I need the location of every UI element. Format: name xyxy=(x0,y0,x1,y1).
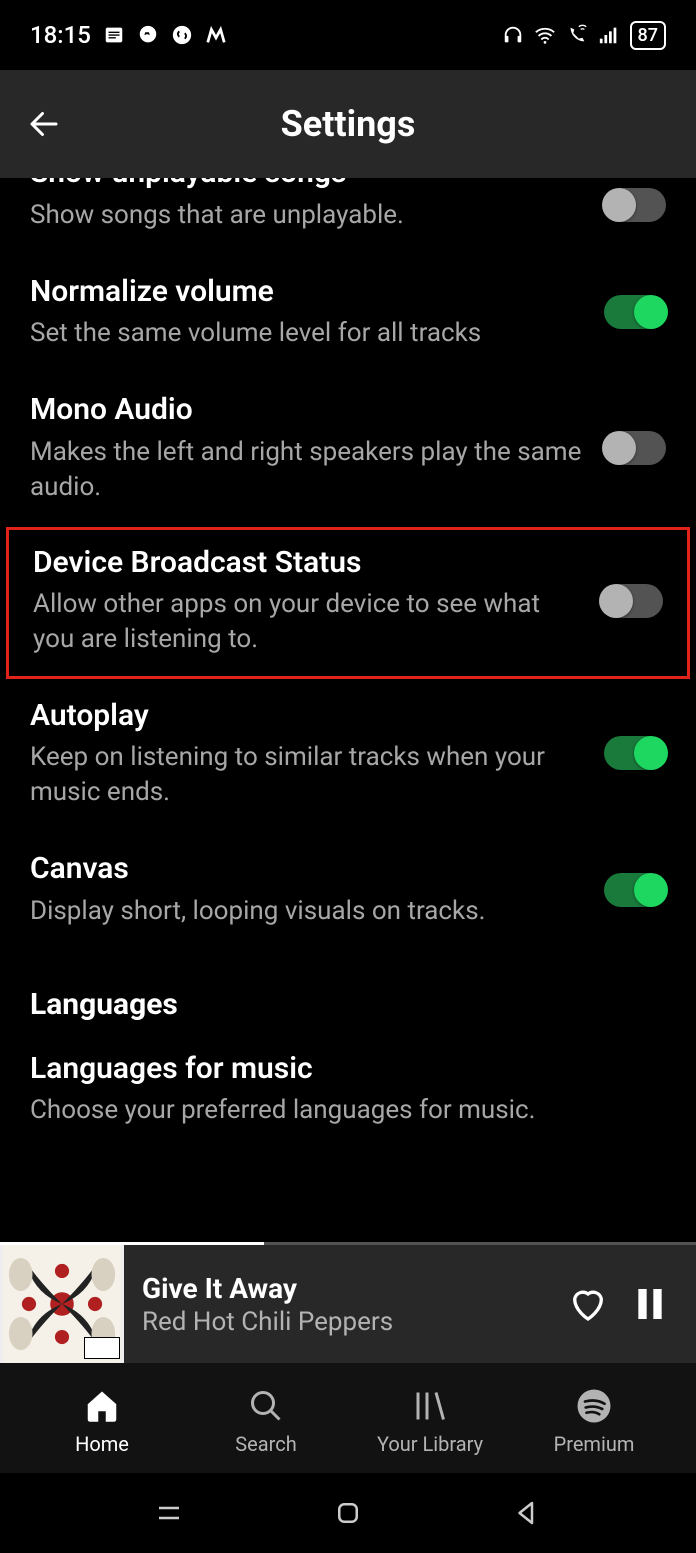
setting-title: Autoplay xyxy=(30,697,584,735)
nav-label: Your Library xyxy=(377,1432,483,1456)
highlight-box: Device Broadcast Status Allow other apps… xyxy=(6,527,690,679)
setting-canvas: Canvas Display short, looping visuals on… xyxy=(0,832,696,951)
setting-title: Normalize volume xyxy=(30,273,584,311)
setting-title: Mono Audio xyxy=(30,391,584,429)
spotify-icon xyxy=(574,1386,614,1426)
setting-show-unplayable: Show unplayable songs Show songs that ar… xyxy=(0,178,696,255)
library-icon xyxy=(410,1386,450,1426)
like-button[interactable] xyxy=(566,1282,610,1326)
now-playing-bar[interactable]: Give It Away Red Hot Chili Peppers xyxy=(0,1245,696,1363)
toggle-mono-audio[interactable] xyxy=(604,431,666,465)
setting-title: Languages for music xyxy=(30,1050,666,1088)
home-button[interactable] xyxy=(328,1493,368,1533)
notification-message-icon xyxy=(103,24,125,46)
notification-m-icon xyxy=(205,24,227,46)
toggle-normalize-volume[interactable] xyxy=(604,295,666,329)
nav-library[interactable]: Your Library xyxy=(348,1386,512,1456)
setting-desc: Set the same volume level for all tracks xyxy=(30,316,584,351)
battery-indicator: 87 xyxy=(630,21,666,50)
setting-title: Canvas xyxy=(30,850,584,888)
album-art[interactable] xyxy=(0,1245,124,1363)
status-left: 18:15 xyxy=(30,21,227,49)
bottom-nav: Home Search Your Library Premium xyxy=(0,1363,696,1473)
page-title: Settings xyxy=(281,103,416,145)
setting-autoplay: Autoplay Keep on listening to similar tr… xyxy=(0,679,696,833)
nav-home[interactable]: Home xyxy=(20,1386,184,1456)
search-icon xyxy=(246,1386,286,1426)
setting-title: Show unplayable songs xyxy=(30,178,584,192)
settings-header: Settings xyxy=(0,70,696,178)
nav-search[interactable]: Search xyxy=(184,1386,348,1456)
headphones-icon xyxy=(502,24,524,46)
section-languages: Languages xyxy=(0,951,696,1032)
setting-desc: Allow other apps on your device to see w… xyxy=(33,587,581,657)
setting-desc: Choose your preferred languages for musi… xyxy=(30,1093,666,1128)
now-playing-text[interactable]: Give It Away Red Hot Chili Peppers xyxy=(142,1272,548,1337)
notification-shazam-icon xyxy=(171,24,193,46)
toggle-autoplay[interactable] xyxy=(604,736,666,770)
settings-list[interactable]: Show unplayable songs Show songs that ar… xyxy=(0,178,696,1238)
status-time: 18:15 xyxy=(30,21,91,49)
toggle-show-unplayable[interactable] xyxy=(604,188,666,222)
back-nav-button[interactable] xyxy=(507,1493,547,1533)
nav-premium[interactable]: Premium xyxy=(512,1386,676,1456)
home-icon xyxy=(82,1386,122,1426)
notification-bubble-icon xyxy=(137,24,159,46)
battery-level: 87 xyxy=(638,25,658,46)
setting-desc: Keep on listening to similar tracks when… xyxy=(30,740,584,810)
status-bar: 18:15 87 xyxy=(0,0,696,70)
status-right: 87 xyxy=(502,21,666,50)
setting-device-broadcast: Device Broadcast Status Allow other apps… xyxy=(33,544,663,658)
setting-languages-for-music[interactable]: Languages for music Choose your preferre… xyxy=(0,1032,696,1151)
back-button[interactable] xyxy=(24,104,64,144)
nav-label: Search xyxy=(235,1432,296,1456)
pause-button[interactable] xyxy=(628,1282,672,1326)
setting-desc: Display short, looping visuals on tracks… xyxy=(30,894,584,929)
recent-apps-button[interactable] xyxy=(149,1493,189,1533)
system-nav xyxy=(0,1473,696,1553)
nav-label: Home xyxy=(75,1432,129,1456)
setting-title: Device Broadcast Status xyxy=(33,544,581,582)
track-title: Give It Away xyxy=(142,1272,548,1305)
wifi-icon xyxy=(534,24,556,46)
explicit-badge-icon xyxy=(84,1337,120,1359)
toggle-device-broadcast[interactable] xyxy=(601,584,663,618)
wifi-calling-icon xyxy=(566,24,588,46)
setting-mono-audio: Mono Audio Makes the left and right spea… xyxy=(0,373,696,527)
toggle-canvas[interactable] xyxy=(604,873,666,907)
setting-desc: Show songs that are unplayable. xyxy=(30,198,584,233)
nav-label: Premium xyxy=(554,1432,635,1456)
setting-desc: Makes the left and right speakers play t… xyxy=(30,435,584,505)
setting-normalize-volume: Normalize volume Set the same volume lev… xyxy=(0,255,696,374)
track-artist: Red Hot Chili Peppers xyxy=(142,1307,548,1337)
signal-icon xyxy=(598,24,620,46)
